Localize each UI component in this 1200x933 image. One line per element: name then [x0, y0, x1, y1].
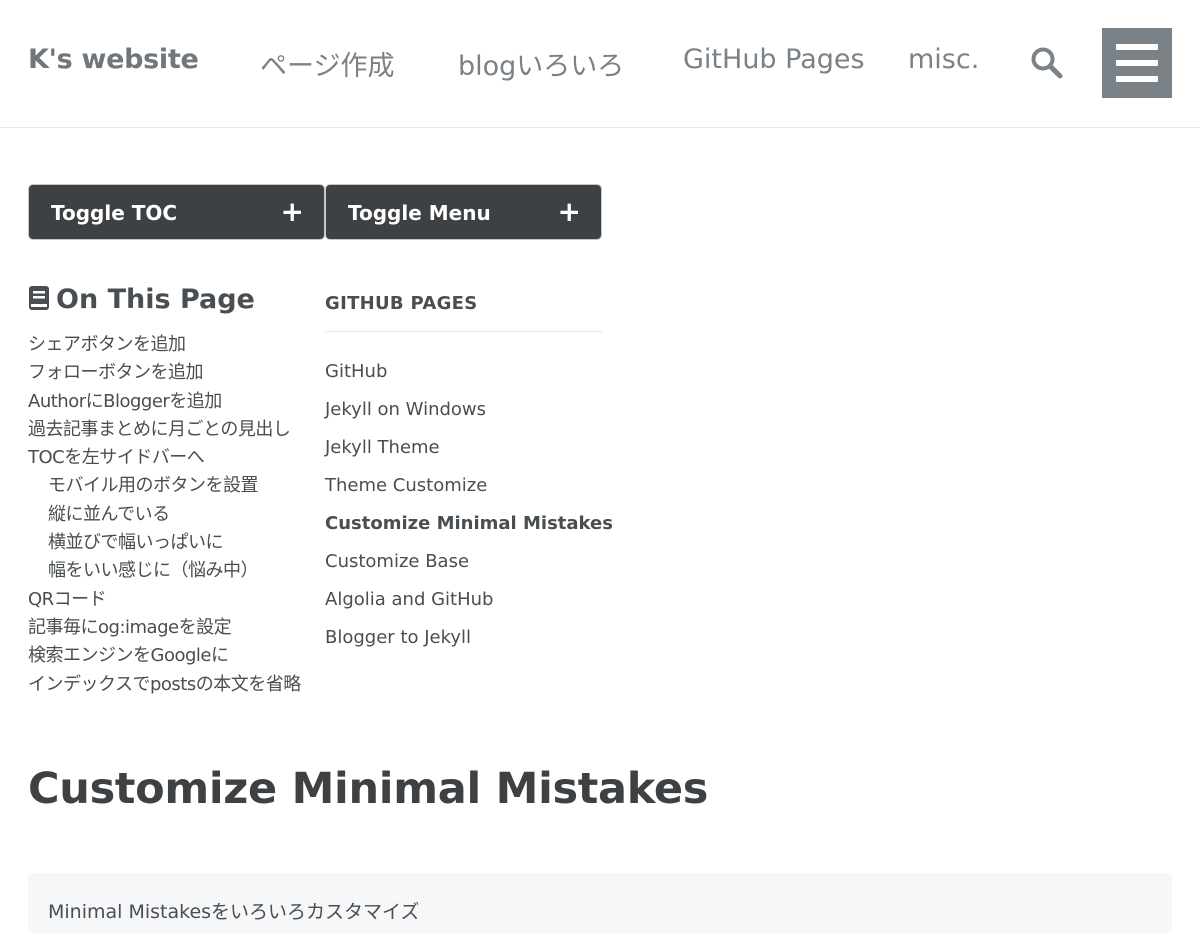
- sidebar-item-jekyll-on-windows[interactable]: Jekyll on Windows: [325, 391, 613, 429]
- sidebar-item-jekyll-theme[interactable]: Jekyll Theme: [325, 429, 613, 467]
- nav-link-misc[interactable]: misc.: [908, 44, 979, 75]
- search-icon: [1031, 47, 1063, 79]
- toc-item[interactable]: TOCを左サイドバーへ: [28, 444, 328, 472]
- sidebar-item-blogger-to-jekyll[interactable]: Blogger to Jekyll: [325, 619, 613, 657]
- toggle-toc-label: Toggle TOC: [51, 201, 178, 225]
- toc-item[interactable]: 記事毎にog:imageを設定: [28, 614, 328, 642]
- hamburger-icon: [1116, 44, 1158, 50]
- sidebar-item-algolia-and-github[interactable]: Algolia and GitHub: [325, 581, 613, 619]
- excerpt-text: Minimal Mistakesをいろいろカスタマイズ: [48, 901, 420, 923]
- toc-item[interactable]: AuthorにBloggerを追加: [28, 388, 328, 416]
- toc-item[interactable]: QRコード: [28, 586, 328, 614]
- masthead: K's website ページ作成 blogいろいろ GitHub Pages …: [0, 0, 1200, 128]
- plus-icon: +: [280, 195, 304, 228]
- plus-icon: +: [557, 195, 581, 228]
- sidebar-item-customize-minimal-mistakes[interactable]: Customize Minimal Mistakes: [325, 505, 613, 543]
- sidebar-item-theme-customize[interactable]: Theme Customize: [325, 467, 613, 505]
- toc-subitem[interactable]: 横並びで幅いっぱいに: [28, 529, 328, 557]
- nav-link-page-creation[interactable]: ページ作成: [260, 44, 394, 83]
- toggle-toc-button[interactable]: Toggle TOC +: [29, 185, 324, 239]
- toc-subitem[interactable]: モバイル用のボタンを設置: [28, 472, 328, 500]
- page-title: Customize Minimal Mistakes: [28, 764, 709, 814]
- book-icon: [28, 285, 50, 318]
- toc-title: On This Page: [28, 284, 255, 318]
- menu-toggle-button[interactable]: [1102, 28, 1172, 98]
- sidebar-nav-list: GitHub Jekyll on Windows Jekyll Theme Th…: [325, 353, 613, 657]
- toc-item[interactable]: 検索エンジンをGoogleに: [28, 642, 328, 670]
- toc-item[interactable]: シェアボタンを追加: [28, 331, 328, 359]
- toggle-menu-label: Toggle Menu: [348, 201, 491, 225]
- excerpt-box: Minimal Mistakesをいろいろカスタマイズ: [28, 873, 1172, 933]
- toc-subitem[interactable]: 縦に並んでいる: [28, 501, 328, 529]
- nav-link-blog[interactable]: blogいろいろ: [458, 44, 624, 83]
- toggle-menu-button[interactable]: Toggle Menu +: [326, 185, 601, 239]
- search-button[interactable]: [1030, 46, 1070, 86]
- toc-list: シェアボタンを追加 フォローボタンを追加 AuthorにBloggerを追加 過…: [28, 331, 328, 699]
- toc-item[interactable]: 過去記事まとめに月ごとの見出し: [28, 416, 328, 444]
- toc-title-text: On This Page: [56, 284, 255, 315]
- nav-link-github-pages[interactable]: GitHub Pages: [683, 44, 865, 75]
- toc-item[interactable]: インデックスでpostsの本文を省略: [28, 671, 328, 699]
- toc-subitem[interactable]: 幅をいい感じに（悩み中）: [28, 557, 328, 585]
- hamburger-icon-bar: [1116, 76, 1158, 82]
- hamburger-icon-bar: [1116, 60, 1158, 66]
- sidebar-nav-title: GITHUB PAGES: [325, 293, 478, 314]
- sidebar-item-customize-base[interactable]: Customize Base: [325, 543, 613, 581]
- sidebar-nav-divider: [325, 331, 602, 332]
- sidebar-item-github[interactable]: GitHub: [325, 353, 613, 391]
- site-title[interactable]: K's website: [28, 44, 199, 75]
- toc-item[interactable]: フォローボタンを追加: [28, 359, 328, 387]
